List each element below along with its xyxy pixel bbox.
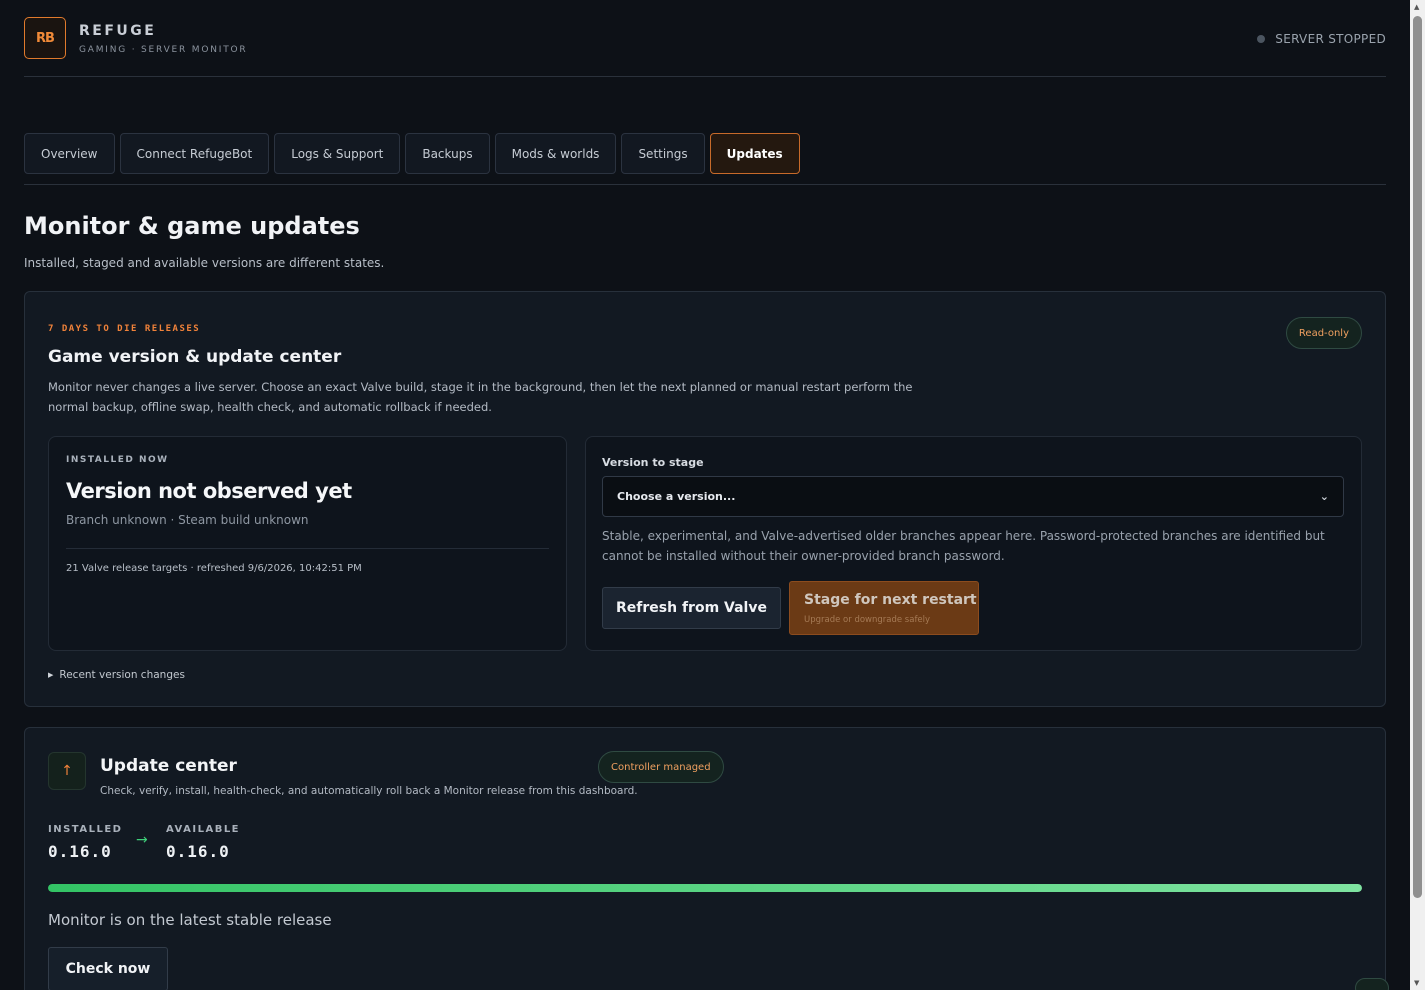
installed-version-label: INSTALLED <box>48 824 123 835</box>
server-status: SERVER STOPPED <box>1257 32 1386 46</box>
stage-button-label: Stage for next restart <box>804 592 977 608</box>
update-progress-bar <box>48 884 1362 892</box>
installed-version-block: INSTALLED 0.16.0 <box>48 824 122 861</box>
tabs-divider <box>24 184 1386 185</box>
logo: RB <box>24 17 66 59</box>
update-status-text: Monitor is on the latest stable release <box>48 911 332 929</box>
available-version-label: AVAILABLE <box>166 824 241 835</box>
game-version-card: 7 DAYS TO DIE RELEASES Game version & up… <box>24 291 1386 707</box>
tab-backups[interactable]: Backups <box>405 133 490 174</box>
card-eyebrow: 7 DAYS TO DIE RELEASES <box>48 324 201 334</box>
version-select-value: Choose a version... <box>617 490 736 503</box>
tab-overview[interactable]: Overview <box>24 133 115 174</box>
tab-settings[interactable]: Settings <box>621 133 705 174</box>
update-progress-fill <box>48 884 1362 892</box>
version-select-label: Version to stage <box>602 456 704 469</box>
brand-title: REFUGE <box>79 23 157 39</box>
update-center-title: Update center <box>100 756 237 776</box>
version-help-text: Stable, experimental, and Valve-advertis… <box>602 529 1325 563</box>
controller-managed-badge: Controller managed <box>598 751 724 783</box>
installed-label: INSTALLED NOW <box>66 455 169 465</box>
recent-version-changes-label: Recent version changes <box>59 669 185 681</box>
update-center-card: ↑ Update center Check, verify, install, … <box>24 727 1386 990</box>
refresh-from-valve-button[interactable]: Refresh from Valve <box>602 587 781 629</box>
stage-panel: Version to stage Choose a version... ⌄ S… <box>585 436 1362 651</box>
divider <box>66 548 549 549</box>
floating-badge[interactable] <box>1355 978 1389 990</box>
tab-logs-support[interactable]: Logs & Support <box>274 133 401 174</box>
stage-for-restart-button[interactable]: Stage for next restart Upgrade or downgr… <box>789 581 979 635</box>
server-status-text: SERVER STOPPED <box>1275 32 1386 46</box>
installed-meta: 21 Valve release targets · refreshed 9/6… <box>66 563 362 574</box>
page-subtitle: Installed, staged and available versions… <box>24 256 385 270</box>
installed-branch-info: Branch unknown · Steam build unknown <box>66 513 309 527</box>
available-version-value: 0.16.0 <box>166 842 230 861</box>
brand-subtitle: GAMING · SERVER MONITOR <box>79 45 248 55</box>
installed-panel: INSTALLED NOW Version not observed yet B… <box>48 436 567 651</box>
tab-updates[interactable]: Updates <box>709 133 800 174</box>
page: RB REFUGE GAMING · SERVER MONITOR SERVER… <box>24 0 1386 990</box>
installed-version-value: 0.16.0 <box>48 842 112 861</box>
tab-connect-refugebot[interactable]: Connect RefugeBot <box>119 133 270 174</box>
scroll-down-icon[interactable]: ▼ <box>1414 979 1419 987</box>
scrollbar[interactable]: ▲ ▼ <box>1410 0 1425 990</box>
arrow-right-icon: → <box>136 832 148 848</box>
installed-version-title: Version not observed yet <box>66 479 352 503</box>
chevron-down-icon: ⌄ <box>1319 490 1329 503</box>
disclosure-triangle-icon: ▶ <box>48 671 54 679</box>
tab-mods-worlds[interactable]: Mods & worlds <box>494 133 617 174</box>
page-title: Monitor & game updates <box>24 212 360 240</box>
read-only-badge: Read-only <box>1285 317 1362 349</box>
stage-button-hint: Upgrade or downgrade safely <box>804 615 931 625</box>
check-now-button[interactable]: Check now <box>48 947 168 990</box>
version-select[interactable]: Choose a version... ⌄ <box>602 476 1344 517</box>
card-title: Game version & update center <box>48 347 342 367</box>
tab-bar: Overview Connect RefugeBot Logs & Suppor… <box>24 133 800 174</box>
available-version-block: AVAILABLE 0.16.0 <box>166 824 240 861</box>
arrow-up-icon: ↑ <box>48 752 86 790</box>
recent-version-changes-toggle[interactable]: ▶ Recent version changes <box>48 669 185 681</box>
status-dot-icon <box>1257 35 1266 43</box>
scroll-thumb[interactable] <box>1413 16 1422 898</box>
card-description: Monitor never changes a live server. Cho… <box>48 380 913 414</box>
update-center-description: Check, verify, install, health-check, an… <box>100 785 638 797</box>
header: RB REFUGE GAMING · SERVER MONITOR SERVER… <box>24 0 1386 77</box>
scroll-up-icon[interactable]: ▲ <box>1414 3 1419 11</box>
